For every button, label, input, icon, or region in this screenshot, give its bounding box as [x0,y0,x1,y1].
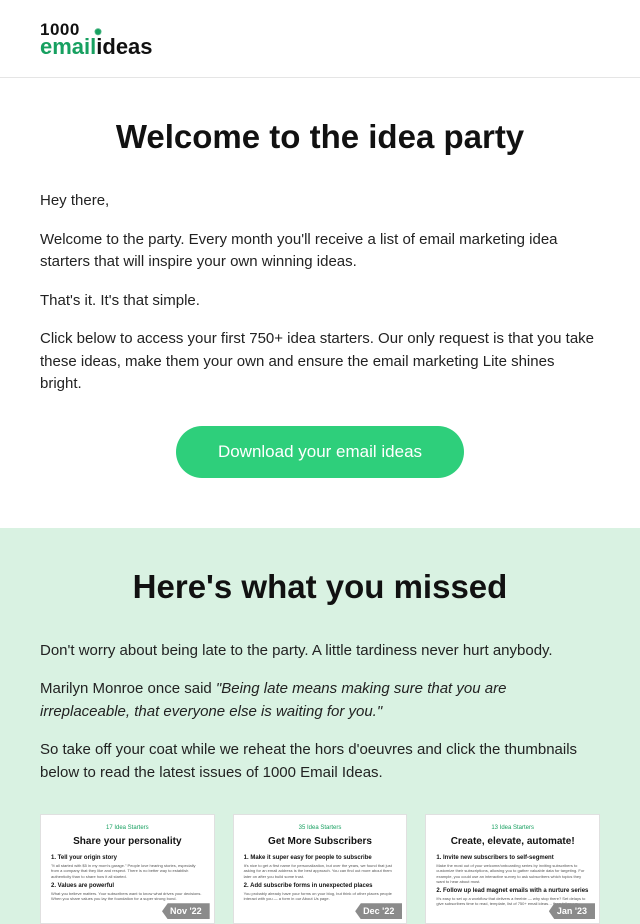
missed-paragraph-2: Marilyn Monroe once said "Being late mea… [40,678,600,723]
missed-title: Here's what you missed [40,568,600,606]
thumb-tag: 13 Idea Starters [436,825,589,831]
missed-section: Here's what you missed Don't worry about… [0,528,640,924]
logo[interactable]: 1000 email✺ideas [40,22,153,57]
thumb-text: You probably already have your forms on … [244,891,397,901]
header: 1000 email✺ideas [0,0,640,78]
thumb-tag: 35 Idea Starters [244,825,397,831]
thumb-sub: 2. Values are powerful [51,883,204,889]
date-ribbon: Nov '22 [162,903,210,919]
thumb-title: Share your personality [51,836,204,847]
thumb-sub: 1. Tell your origin story [51,855,204,861]
spark-icon: ✺ [94,28,102,36]
thumb-sub: 2. Follow up lead magnet emails with a n… [436,888,589,894]
hero-title: Welcome to the idea party [40,118,600,156]
thumb-text: "It all started with $5 in my mom's gara… [51,863,204,879]
thumb-sub: 1. Make it super easy for people to subs… [244,855,397,861]
date-ribbon: Jan '23 [549,903,595,919]
date-ribbon: Dec '22 [355,903,402,919]
thumb-text: What you believe matters. Your subscribe… [51,891,204,901]
hero-paragraph-3: Click below to access your first 750+ id… [40,328,600,396]
thumb-tag: 17 Idea Starters [51,825,204,831]
greeting: Hey there, [40,190,600,213]
logo-word-email: email [40,34,96,59]
issue-thumbnail[interactable]: 17 Idea Starters Share your personality … [40,814,215,924]
hero-paragraph-1: Welcome to the party. Every month you'll… [40,229,600,274]
thumb-text: Make the most out of your welcome/onboar… [436,863,589,884]
issue-thumbnail[interactable]: 35 Idea Starters Get More Subscribers 1.… [233,814,408,924]
issue-thumbnail[interactable]: 13 Idea Starters Create, elevate, automa… [425,814,600,924]
logo-word-ideas: ✺ideas [96,34,152,59]
thumbnail-row: 17 Idea Starters Share your personality … [40,814,600,924]
hero-paragraph-2: That's it. It's that simple. [40,290,600,313]
thumb-title: Get More Subscribers [244,836,397,847]
thumb-title: Create, elevate, automate! [436,836,589,847]
missed-paragraph-1: Don't worry about being late to the part… [40,640,600,663]
hero-section: Welcome to the idea party Hey there, Wel… [0,78,640,528]
missed-paragraph-3: So take off your coat while we reheat th… [40,739,600,784]
thumb-sub: 2. Add subscribe forms in unexpected pla… [244,883,397,889]
thumb-text: It's nice to get a first name for person… [244,863,397,879]
logo-bottom: email✺ideas [40,37,153,57]
download-button[interactable]: Download your email ideas [176,426,464,478]
thumb-sub: 1. Invite new subscribers to self-segmen… [436,855,589,861]
quote-intro: Marilyn Monroe once said [40,680,216,697]
